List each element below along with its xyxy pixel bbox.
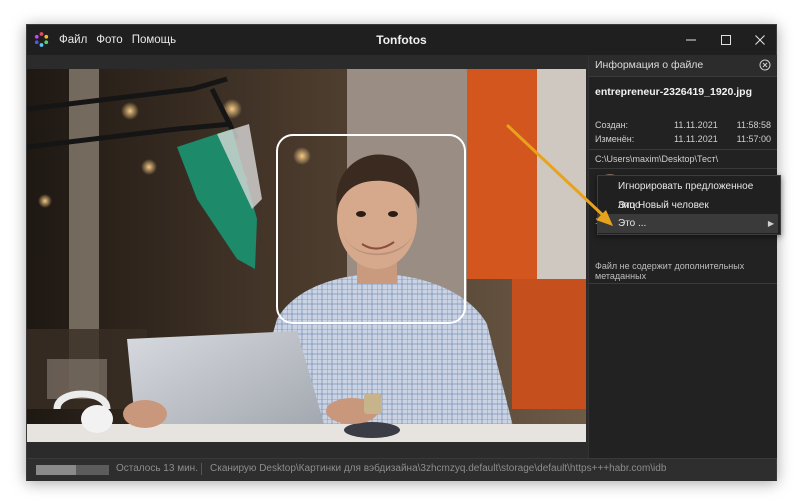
- close-button[interactable]: [743, 25, 777, 55]
- title-bar: Файл Фото Помощь Tonfotos: [27, 25, 776, 55]
- modified-label: Изменён:: [595, 134, 635, 144]
- created-date: 11.11.2021: [674, 120, 718, 130]
- app-window: Файл Фото Помощь Tonfotos Информация о ф…: [26, 24, 777, 481]
- menu-bar: Файл Фото Помощь: [59, 25, 176, 55]
- maximize-button[interactable]: [709, 25, 743, 55]
- menu-item-this-is[interactable]: Это ... ▶: [598, 214, 778, 233]
- panel-header: Информация о файле: [589, 55, 777, 77]
- menu-item-new-person[interactable]: Это Новый человек: [598, 196, 778, 215]
- status-divider: [201, 463, 202, 475]
- created-time: 11:58:58: [736, 120, 771, 130]
- maximize-icon: [721, 35, 731, 45]
- file-name: entrepreneur-2326419_1920.jpg: [595, 86, 753, 98]
- menu-item-ignore-face[interactable]: Игнорировать предложенное лицо: [598, 177, 778, 211]
- modified-row: Изменён: 11.11.2021 11:57:00: [595, 134, 771, 146]
- metadata-note: Файл не содержит дополнительных метаданн…: [595, 261, 745, 281]
- menu-help[interactable]: Помощь: [132, 34, 176, 46]
- photo-viewer[interactable]: [27, 69, 586, 442]
- modified-date: 11.11.2021: [674, 134, 718, 144]
- tonfotos-logo-icon[interactable]: [33, 31, 50, 48]
- file-path: C:\Users\maxim\Desktop\Тест\: [595, 154, 719, 164]
- divider: [589, 149, 777, 150]
- file-info-panel: Информация о файле entrepreneur-2326419_…: [588, 55, 777, 458]
- scanning-path: Сканирую Desktop\Картинки для вэбдизайна…: [210, 463, 667, 474]
- time-remaining: Осталось 13 мин.: [116, 463, 198, 474]
- menu-item-label: Это ...: [618, 218, 647, 229]
- face-context-menu: Игнорировать предложенное лицо Это Новый…: [597, 175, 781, 235]
- menu-file[interactable]: Файл: [59, 34, 87, 46]
- office-photo: [27, 69, 586, 442]
- created-row: Создан: 11.11.2021 11:58:58: [595, 120, 771, 132]
- panel-title: Информация о файле: [595, 59, 704, 71]
- created-label: Создан:: [595, 120, 629, 130]
- menu-photo[interactable]: Фото: [96, 34, 122, 46]
- scan-progress-bar: [36, 465, 109, 475]
- circle-close-icon[interactable]: [759, 59, 771, 71]
- divider: [589, 283, 777, 284]
- minimize-button[interactable]: [674, 25, 708, 55]
- status-bar: Осталось 13 мин. Сканирую Desktop\Картин…: [27, 458, 776, 481]
- scan-progress-fill: [36, 465, 77, 475]
- modified-time: 11:57:00: [736, 134, 771, 144]
- divider: [589, 168, 777, 169]
- chevron-right-icon: ▶: [767, 219, 774, 228]
- minimize-icon: [686, 39, 696, 41]
- menu-item-label: Это Новый человек: [618, 200, 709, 211]
- close-icon: [755, 35, 765, 45]
